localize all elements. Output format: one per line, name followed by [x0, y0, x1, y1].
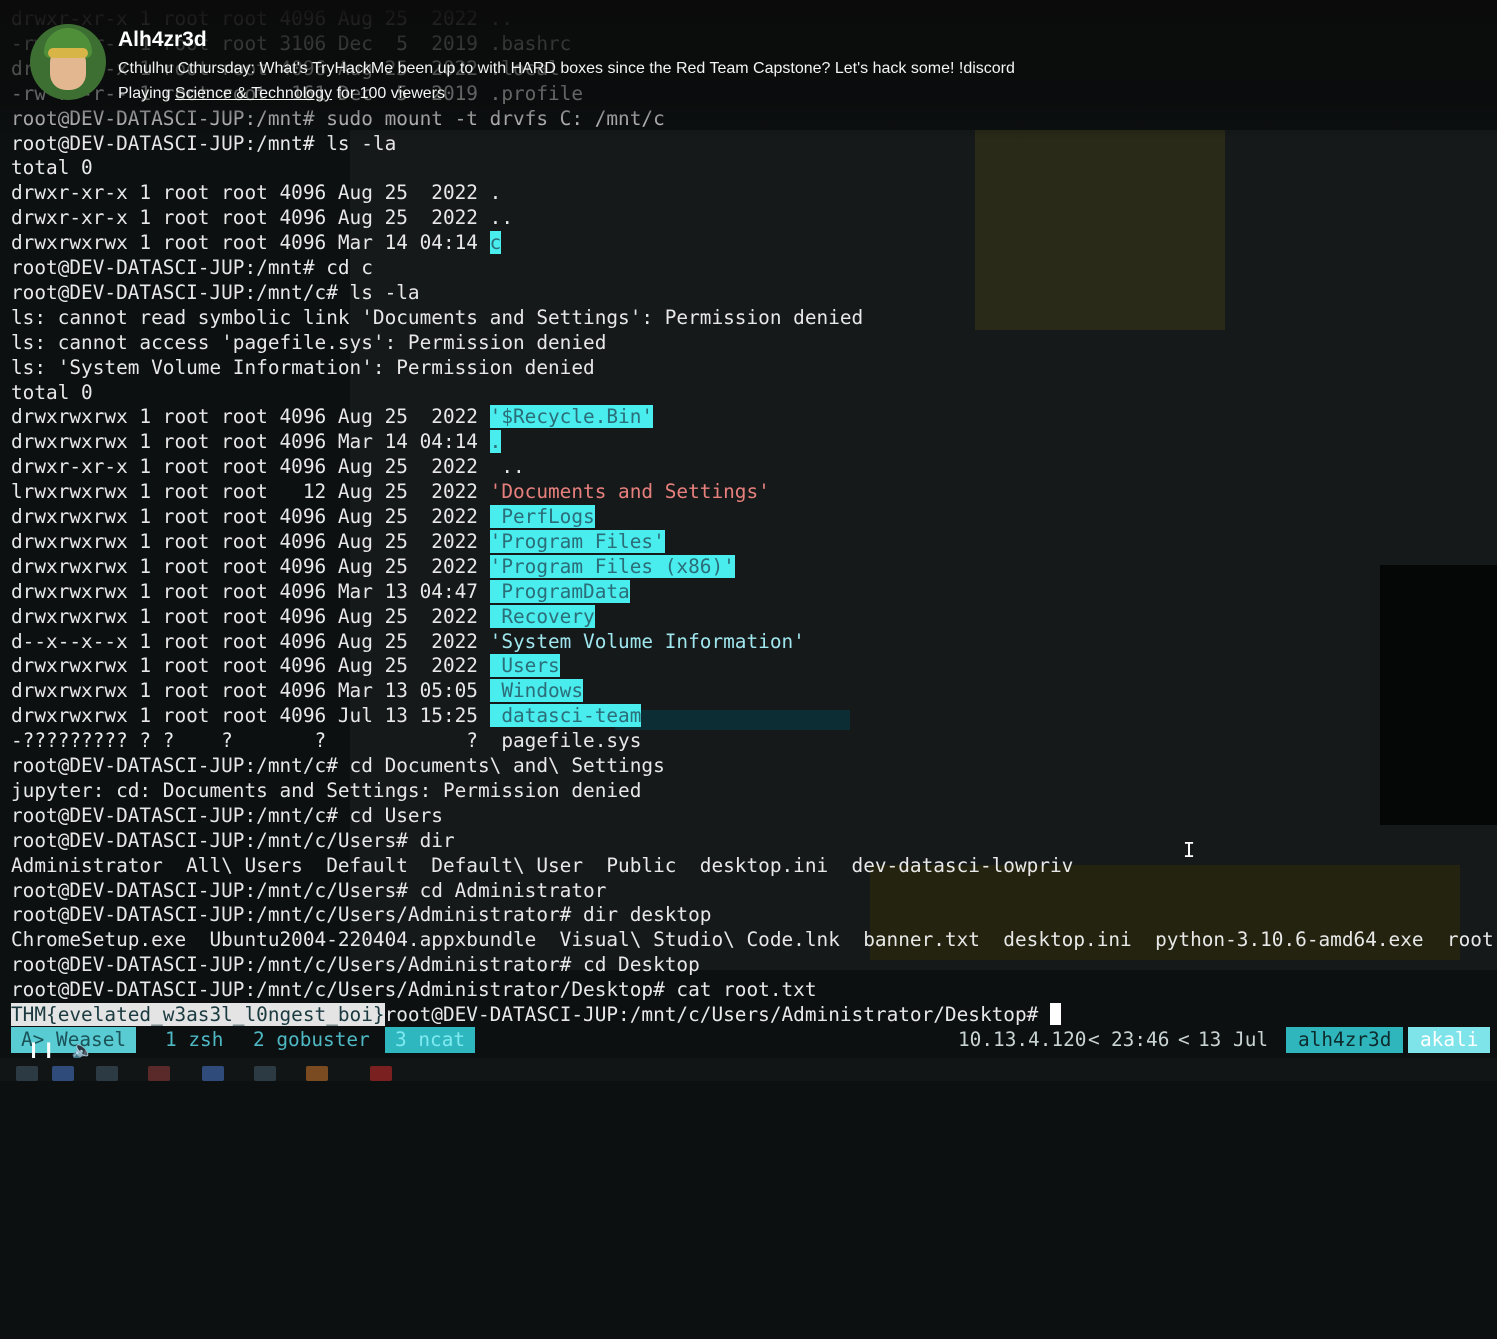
directory-name: 'System Volume Information' [489, 629, 805, 653]
playing-label: Playing [118, 85, 175, 102]
tmux-separator: < [1178, 1028, 1190, 1051]
terminal-line: drwxrwxrwx 1 root root 4096 Aug 25 2022 … [11, 529, 665, 553]
terminal-line: drwxrwxrwx 1 root root 4096 Mar 13 05:05… [11, 679, 584, 703]
terminal-line: total 0 [11, 156, 93, 180]
kali-menu-icon[interactable] [16, 1066, 38, 1081]
terminal-line: d--x--x--x 1 root root 4096 Aug 25 2022 … [11, 629, 805, 653]
terminal-line: drwxr-xr-x 1 root root 4096 Aug 25 2022 … [11, 181, 502, 205]
tmux-host: akali [1408, 1027, 1491, 1053]
terminal-line: ls: cannot access 'pagefile.sys': Permis… [11, 330, 607, 354]
editor-icon[interactable] [254, 1066, 276, 1081]
tmux-user: alh4zr3d [1286, 1027, 1404, 1053]
terminal-line: root@DEV-DATASCI-JUP:/mnt/c/Users# cd Ad… [11, 878, 607, 902]
flag-output: THM{evelated_w3as3l_l0ngest_boi} [11, 1003, 385, 1026]
stream-category-line: Playing Science & Technology for 100 vie… [118, 85, 445, 103]
tmux-ip: 10.13.4.120 [958, 1028, 1087, 1051]
tmux-separator: < [1088, 1028, 1100, 1051]
terminal-line: root@DEV-DATASCI-JUP:/mnt# cd c [11, 256, 373, 279]
terminal-line: drwxrwxrwx 1 root root 4096 Aug 25 2022 … [11, 604, 595, 628]
terminal-line: root@DEV-DATASCI-JUP:/mnt/c# cd Users [11, 803, 443, 827]
tmux-status-bar: A> Weasel 1 zsh 2 gobuster 3 ncat 10.13.… [0, 1027, 1497, 1053]
tmux-window-3-active[interactable]: 3 ncat [385, 1027, 476, 1053]
terminal-line: drwxrwxrwx 1 root root 4096 Aug 25 2022 … [11, 405, 654, 429]
terminal-line: root@DEV-DATASCI-JUP:/mnt/c# cd Document… [11, 754, 665, 777]
directory-name: 'Program Files (x86)' [489, 554, 735, 578]
app-icon[interactable] [148, 1066, 170, 1081]
directory-name: datasci-team [489, 704, 642, 728]
tmux-time: 23:46 [1111, 1028, 1170, 1051]
terminal-cursor [1050, 1003, 1062, 1025]
terminal-line: root@DEV-DATASCI-JUP:/mnt/c/Users/Admini… [11, 953, 700, 977]
terminal-line: root@DEV-DATASCI-JUP:/mnt/c/Users/Admini… [11, 978, 817, 1002]
symlink-name: 'Documents and Settings' [489, 480, 770, 504]
terminal-line: drwxr-xr-x 1 root root 4096 Aug 25 2022 … [11, 455, 525, 479]
terminal-line: drwxrwxrwx 1 root root 4096 Aug 25 2022 … [11, 654, 560, 678]
tmux-window-2[interactable]: 2 gobuster [253, 1027, 370, 1053]
directory-name: Recovery [489, 604, 595, 628]
terminal-line: drwxrwxrwx 1 root root 4096 Jul 13 15:25… [11, 704, 642, 728]
terminal-line: -????????? ? ? ? ? ? pagefile.sys [11, 729, 642, 753]
directory-name: '$Recycle.Bin' [489, 405, 654, 429]
directory-name: 'Program Files' [489, 529, 665, 553]
tmux-window-1[interactable]: 1 zsh [165, 1027, 223, 1053]
terminal-line: drwxrwxrwx 1 root root 4096 Mar 14 04:14… [11, 430, 502, 454]
directory-name: ProgramData [489, 579, 630, 603]
terminal-line: drwxrwxrwx 1 root root 4096 Aug 25 2022 … [11, 505, 595, 528]
directory-name: PerfLogs [489, 505, 595, 528]
directory-name: Users [489, 654, 560, 678]
terminal-line: drwxrwxrwx 1 root root 4096 Mar 13 04:47… [11, 579, 630, 603]
streamer-name[interactable]: Alh4zr3d [118, 28, 207, 52]
browser-icon[interactable] [306, 1066, 328, 1081]
viewer-count: for 100 viewers [332, 85, 446, 102]
terminal-line: total 0 [11, 380, 93, 404]
burp-icon[interactable] [370, 1066, 392, 1081]
terminal-line: root@DEV-DATASCI-JUP:/mnt/c/Users/Admini… [11, 903, 712, 927]
terminal-line: drwxrwxrwx 1 root root 4096 Aug 25 2022 … [11, 554, 735, 578]
shell-prompt: root@DEV-DATASCI-JUP:/mnt/c/Users/Admini… [384, 1003, 1051, 1026]
terminal-app-icon[interactable] [96, 1066, 118, 1081]
terminal-line: jupyter: cd: Documents and Settings: Per… [11, 778, 642, 802]
tmux-date: 13 Jul [1198, 1028, 1269, 1051]
terminal-line: ls: 'System Volume Information': Permiss… [11, 355, 595, 379]
terminal-line: drwxrwxrwx 1 root root 4096 Mar 14 04:14… [11, 231, 502, 255]
terminal-line: root@DEV-DATASCI-JUP:/mnt/c# ls -la [11, 280, 420, 304]
terminal[interactable]: drwxr-xr-x 1 root root 4096 Aug 25 2022 … [0, 0, 1497, 1030]
directory-name: . [489, 430, 502, 454]
taskbar [0, 1058, 1497, 1081]
terminal-line: root@DEV-DATASCI-JUP:/mnt/c/Users# dir [11, 828, 455, 852]
terminal-line: Administrator All\ Users Default Default… [11, 853, 1074, 877]
terminal-line: drwxr-xr-x 1 root root 4096 Aug 25 2022 … [11, 206, 513, 230]
terminal-line: lrwxrwxrwx 1 root root 12 Aug 25 2022 'D… [11, 480, 770, 504]
terminal-line: ls: cannot read symbolic link 'Documents… [11, 305, 864, 329]
avatar[interactable] [30, 24, 106, 100]
directory-name: c [489, 231, 502, 255]
files-icon[interactable] [202, 1066, 224, 1081]
terminal-line: ChromeSetup.exe Ubuntu2004-220404.appxbu… [11, 928, 1497, 952]
text-cursor-icon: I [1183, 838, 1196, 862]
stream-info-overlay: Alh4zr3d Cthulhu Cthursday: What's TryHa… [0, 0, 1497, 140]
desktop-icon[interactable] [52, 1066, 74, 1081]
directory-name: Windows [489, 679, 584, 703]
stream-title: Cthulhu Cthursday: What's TryHackMe been… [118, 60, 1015, 77]
category-link[interactable]: Science & Technology [175, 85, 332, 102]
terminal-prompt-line[interactable]: THM{evelated_w3as3l_l0ngest_boi}root@DEV… [11, 1003, 1062, 1028]
